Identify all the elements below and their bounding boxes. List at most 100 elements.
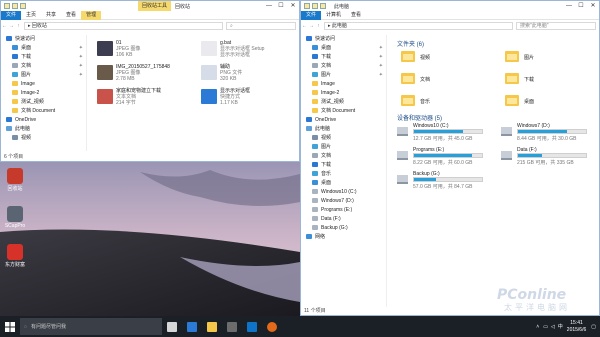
ribbon-tab-0[interactable]: 文件 <box>1 10 22 20</box>
folder-item[interactable]: 音乐 <box>401 95 445 106</box>
search-input[interactable]: ⌕ <box>226 22 296 30</box>
nav-item[interactable]: Image <box>6 80 86 89</box>
forward-icon[interactable]: → <box>8 23 15 29</box>
file-item[interactable]: 家庭和宠物建立下载 文本文档 214 字节 <box>97 87 193 109</box>
volume-icon[interactable]: ◁ <box>551 324 555 330</box>
nav-item[interactable]: Programs (E:) <box>306 206 386 215</box>
file-item[interactable]: 01 JPEG 图像 106 KB <box>97 39 193 61</box>
computer-icon <box>306 126 312 132</box>
start-button[interactable] <box>0 316 20 337</box>
desktop-shortcut[interactable]: 回收站 <box>3 168 27 192</box>
nav-item[interactable]: 文档 ✦ <box>6 62 86 71</box>
nav-item[interactable]: 文档 <box>306 152 386 161</box>
folders-section-header[interactable]: 文件夹 (6) <box>397 39 424 48</box>
notification-icon[interactable]: ▢ <box>591 324 596 330</box>
file-item[interactable]: 辅助 PNG 文件 320 KB <box>201 63 297 85</box>
search-input[interactable]: 搜索"此电脑" <box>516 22 596 30</box>
desktop-shortcut[interactable]: SCapPro <box>3 206 27 229</box>
nav-item[interactable]: 音乐 <box>306 170 386 179</box>
drive-item[interactable]: Windows7 (D:) 8.44 GB 可用，共 30.0 GB <box>501 123 593 145</box>
nav-item[interactable]: 文档 ✦ <box>306 62 386 71</box>
nav-item[interactable]: Backup (G:) <box>306 224 386 233</box>
maximize-button[interactable]: ☐ <box>575 1 587 11</box>
desktop-shortcut[interactable]: 东方财富 <box>3 244 27 268</box>
file-item[interactable]: 显示示对话框 快捷方式 1.17 KB <box>201 87 297 109</box>
nav-item[interactable]: 网络 <box>306 233 386 242</box>
nav-item[interactable]: 桌面 ✦ <box>6 44 86 53</box>
drive-item[interactable]: Windows10 (C:) 12.7 GB 可用，共 45.0 GB <box>397 123 489 145</box>
ribbon-tab-0[interactable]: 文件 <box>301 10 322 20</box>
folder-item[interactable]: 下载 <box>505 73 549 84</box>
up-icon[interactable]: ↑ <box>315 23 322 29</box>
nav-item[interactable]: 下载 ✦ <box>306 53 386 62</box>
nav-item[interactable]: 文档 Document <box>6 107 86 116</box>
clock[interactable]: 15:41 2015/6/6 <box>567 320 586 334</box>
maximize-button[interactable]: ☐ <box>275 1 287 11</box>
nav-item[interactable]: 快速访问 <box>306 35 386 44</box>
minimize-button[interactable]: — <box>563 1 575 11</box>
address-field[interactable]: ▸ 回收站 <box>24 22 223 30</box>
nav-item[interactable]: OneDrive <box>306 116 386 125</box>
folder-item[interactable]: 文档 <box>401 73 445 84</box>
folder-item[interactable]: 桌面 <box>505 95 549 106</box>
file-item[interactable]: g.bat 显示示对话框 Setup 显示示对话框 <box>201 39 297 61</box>
taskbar-app[interactable] <box>222 316 242 337</box>
nav-item[interactable]: 快速访问 <box>6 35 86 44</box>
drives-section-header[interactable]: 设备和驱动器 (5) <box>397 113 442 122</box>
nav-item[interactable]: 测试_视频 <box>306 98 386 107</box>
language-indicator[interactable]: 中 <box>558 323 563 330</box>
nav-item[interactable]: 下载 ✦ <box>6 53 86 62</box>
folder-item[interactable]: 视频 <box>401 51 445 62</box>
nav-item[interactable]: 视频 <box>306 134 386 143</box>
drive-item[interactable]: Programs (E:) 8.22 GB 可用，共 60.0 GB <box>397 147 489 169</box>
close-button[interactable]: ✕ <box>287 1 299 11</box>
nav-item[interactable]: Image-2 <box>6 89 86 98</box>
nav-item[interactable]: Image-2 <box>306 89 386 98</box>
up-icon[interactable]: ↑ <box>15 23 22 29</box>
taskbar-app[interactable] <box>182 316 202 337</box>
nav-item[interactable]: 桌面 ✦ <box>306 44 386 53</box>
nav-item[interactable]: 测试_视频 <box>6 98 86 107</box>
taskbar-app[interactable] <box>202 316 222 337</box>
nav-item[interactable]: 下载 <box>306 161 386 170</box>
nav-item[interactable]: 文档 Document <box>306 107 386 116</box>
ribbon-tab-1[interactable]: 主页 <box>21 11 41 20</box>
address-field[interactable]: ▸ 此电脑 <box>324 22 513 30</box>
nav-item[interactable]: Windows7 (D:) <box>306 197 386 206</box>
ribbon-tab-3[interactable]: 查看 <box>61 11 81 20</box>
nav-item-label: Image-2 <box>21 90 40 96</box>
nav-item[interactable]: 图片 <box>306 143 386 152</box>
nav-item[interactable]: 视频 <box>6 134 86 143</box>
cortana-search-box[interactable]: ◌ 有问题尽管问我 <box>20 318 162 335</box>
nav-item[interactable]: 桌面 <box>306 179 386 188</box>
back-icon[interactable]: ← <box>1 23 8 29</box>
tray-up-icon[interactable]: ˄ <box>536 324 539 330</box>
taskbar-app[interactable] <box>162 316 182 337</box>
nav-item[interactable]: Data (F:) <box>306 215 386 224</box>
taskbar-app[interactable] <box>262 316 282 337</box>
minimize-button[interactable]: — <box>263 1 275 11</box>
nav-item-label: 文档 <box>321 63 332 69</box>
close-button[interactable]: ✕ <box>587 1 599 11</box>
nav-item[interactable]: 此电脑 <box>6 125 86 134</box>
taskbar-app[interactable] <box>242 316 262 337</box>
forward-icon[interactable]: → <box>308 23 315 29</box>
back-icon[interactable]: ← <box>301 23 308 29</box>
ribbon-tab-2[interactable]: 查看 <box>346 11 366 20</box>
nav-item[interactable]: Image <box>306 80 386 89</box>
file-item[interactable]: IMG_20150527_175848 JPEG 图像 2.78 MB <box>97 63 193 85</box>
quick-access-toolbar[interactable] <box>301 3 326 9</box>
quick-access-toolbar[interactable] <box>1 3 26 9</box>
nav-item[interactable]: OneDrive <box>6 116 86 125</box>
drive-item[interactable]: Backup (G:) 57.0 GB 可用，共 84.7 GB <box>397 171 489 193</box>
network-icon[interactable]: ▭ <box>543 324 548 330</box>
ribbon-tab-1[interactable]: 计算机 <box>321 11 346 20</box>
nav-item[interactable]: 图片 ✦ <box>306 71 386 80</box>
nav-item[interactable]: 图片 ✦ <box>6 71 86 80</box>
folder-item[interactable]: 图片 <box>505 51 549 62</box>
ribbon-tab-2[interactable]: 共享 <box>41 11 61 20</box>
ribbon-tab-4[interactable]: 管理 <box>81 10 102 20</box>
drive-item[interactable]: Data (F:) 215 GB 可用，共 335 GB <box>501 147 593 169</box>
nav-item[interactable]: Windows10 (C:) <box>306 188 386 197</box>
nav-item[interactable]: 此电脑 <box>306 125 386 134</box>
